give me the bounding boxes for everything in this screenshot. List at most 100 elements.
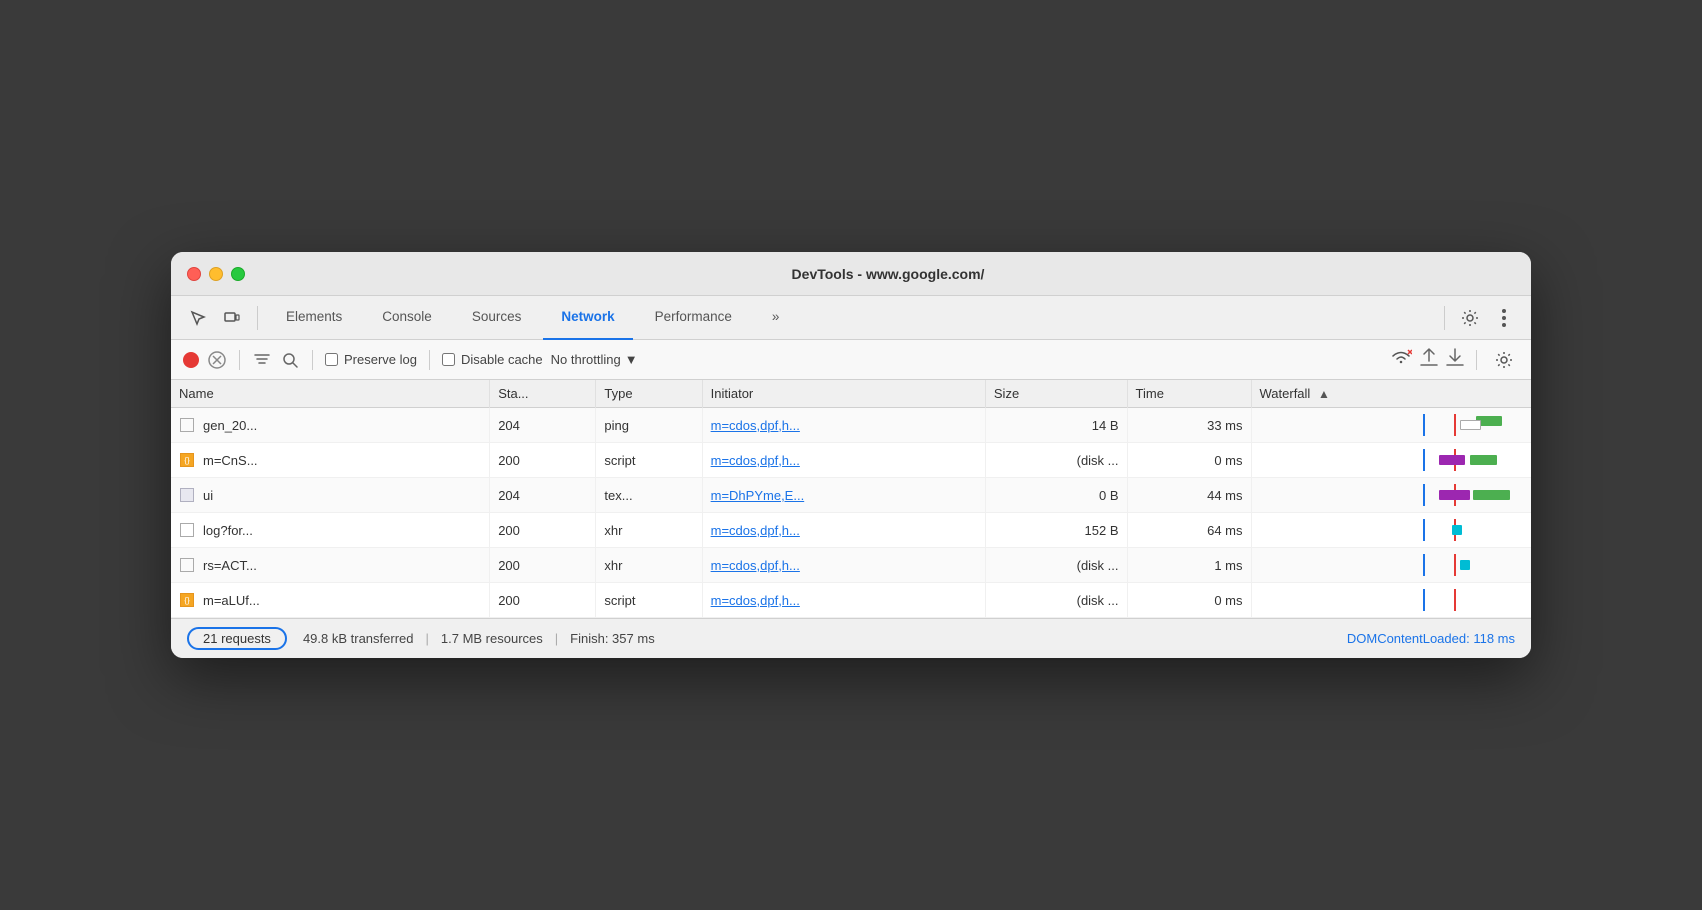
chevron-down-icon: ▼ bbox=[625, 352, 638, 367]
throttle-select[interactable]: No throttling ▼ bbox=[551, 352, 638, 367]
disable-cache-label[interactable]: Disable cache bbox=[442, 352, 543, 367]
sep-1: | bbox=[426, 631, 429, 646]
td-size: (disk ... bbox=[985, 583, 1127, 618]
wifi-icon bbox=[1390, 348, 1412, 371]
disable-cache-checkbox[interactable] bbox=[442, 353, 455, 366]
td-waterfall bbox=[1251, 583, 1531, 618]
table-row[interactable]: rs=ACT... 200 xhr m=cdos,dpf,h... (disk … bbox=[171, 548, 1531, 583]
net-divider-4 bbox=[1476, 350, 1477, 370]
sort-arrow-icon: ▲ bbox=[1318, 387, 1330, 401]
td-type: script bbox=[596, 443, 702, 478]
dom-content-loaded-stat: DOMContentLoaded: 118 ms bbox=[1347, 631, 1515, 646]
ping-icon bbox=[179, 557, 195, 573]
text-icon bbox=[179, 487, 195, 503]
devtools-window: DevTools - www.google.com/ Elements Cons… bbox=[171, 252, 1531, 658]
td-initiator[interactable]: m=cdos,dpf,h... bbox=[702, 548, 985, 583]
net-divider-1 bbox=[239, 350, 240, 370]
td-type: tex... bbox=[596, 478, 702, 513]
record-button[interactable] bbox=[183, 352, 199, 368]
transferred-stat: 49.8 kB transferred bbox=[303, 631, 414, 646]
maximize-button[interactable] bbox=[231, 267, 245, 281]
tab-bar: Elements Console Sources Network Perform… bbox=[171, 296, 1531, 340]
toolbar-right bbox=[1438, 303, 1519, 333]
preserve-log-checkbox[interactable] bbox=[325, 353, 338, 366]
th-name[interactable]: Name bbox=[171, 380, 490, 408]
table-header-row: Name Sta... Type Initiator Size bbox=[171, 380, 1531, 408]
more-options-icon[interactable] bbox=[1489, 303, 1519, 333]
settings-icon[interactable] bbox=[1455, 303, 1485, 333]
finish-stat: Finish: 357 ms bbox=[570, 631, 655, 646]
th-size[interactable]: Size bbox=[985, 380, 1127, 408]
td-initiator[interactable]: m=cdos,dpf,h... bbox=[702, 513, 985, 548]
td-type: xhr bbox=[596, 548, 702, 583]
tab-network[interactable]: Network bbox=[543, 296, 632, 340]
network-toolbar: Preserve log Disable cache No throttling… bbox=[171, 340, 1531, 380]
td-status: 200 bbox=[490, 513, 596, 548]
td-waterfall bbox=[1251, 548, 1531, 583]
td-name: {}m=aLUf... bbox=[171, 583, 490, 618]
td-status: 204 bbox=[490, 408, 596, 443]
td-size: 0 B bbox=[985, 478, 1127, 513]
titlebar: DevTools - www.google.com/ bbox=[171, 252, 1531, 296]
filter-icon[interactable] bbox=[252, 350, 272, 370]
tab-elements[interactable]: Elements bbox=[268, 296, 360, 340]
preserve-log-label[interactable]: Preserve log bbox=[325, 352, 417, 367]
toolbar-divider-2 bbox=[1444, 306, 1445, 330]
upload-icon[interactable] bbox=[1420, 347, 1438, 372]
th-initiator[interactable]: Initiator bbox=[702, 380, 985, 408]
network-settings-icon[interactable] bbox=[1489, 345, 1519, 375]
minimize-button[interactable] bbox=[209, 267, 223, 281]
td-waterfall bbox=[1251, 443, 1531, 478]
td-size: 14 B bbox=[985, 408, 1127, 443]
table-row[interactable]: ui 204 tex... m=DhPYme,E... 0 B 44 ms bbox=[171, 478, 1531, 513]
window-title: DevTools - www.google.com/ bbox=[261, 266, 1515, 282]
tab-performance[interactable]: Performance bbox=[637, 296, 750, 340]
td-initiator[interactable]: m=DhPYme,E... bbox=[702, 478, 985, 513]
clear-button[interactable] bbox=[207, 350, 227, 370]
th-time[interactable]: Time bbox=[1127, 380, 1251, 408]
td-name: rs=ACT... bbox=[171, 548, 490, 583]
td-time: 0 ms bbox=[1127, 583, 1251, 618]
download-icon[interactable] bbox=[1446, 347, 1464, 372]
td-time: 44 ms bbox=[1127, 478, 1251, 513]
td-initiator[interactable]: m=cdos,dpf,h... bbox=[702, 443, 985, 478]
inspect-icon[interactable] bbox=[183, 303, 213, 333]
tab-console[interactable]: Console bbox=[364, 296, 450, 340]
td-time: 1 ms bbox=[1127, 548, 1251, 583]
td-type: script bbox=[596, 583, 702, 618]
th-status[interactable]: Sta... bbox=[490, 380, 596, 408]
td-initiator[interactable]: m=cdos,dpf,h... bbox=[702, 583, 985, 618]
network-toolbar-right bbox=[1390, 345, 1519, 375]
device-toggle-icon[interactable] bbox=[217, 303, 247, 333]
td-time: 64 ms bbox=[1127, 513, 1251, 548]
td-type: ping bbox=[596, 408, 702, 443]
td-name: log?for... bbox=[171, 513, 490, 548]
network-table-container: Name Sta... Type Initiator Size bbox=[171, 380, 1531, 618]
th-type[interactable]: Type bbox=[596, 380, 702, 408]
requests-count: 21 requests bbox=[187, 627, 287, 650]
td-name: gen_20... bbox=[171, 408, 490, 443]
td-name: {}m=CnS... bbox=[171, 443, 490, 478]
td-time: 0 ms bbox=[1127, 443, 1251, 478]
sep-2: | bbox=[555, 631, 558, 646]
table-row[interactable]: gen_20... 204 ping m=cdos,dpf,h... 14 B … bbox=[171, 408, 1531, 443]
search-icon[interactable] bbox=[280, 350, 300, 370]
td-size: 152 B bbox=[985, 513, 1127, 548]
td-status: 200 bbox=[490, 443, 596, 478]
th-waterfall[interactable]: Waterfall ▲ bbox=[1251, 380, 1531, 408]
td-time: 33 ms bbox=[1127, 408, 1251, 443]
table-row[interactable]: {}m=aLUf... 200 script m=cdos,dpf,h... (… bbox=[171, 583, 1531, 618]
table-row[interactable]: log?for... 200 xhr m=cdos,dpf,h... 152 B… bbox=[171, 513, 1531, 548]
tab-more[interactable]: » bbox=[754, 296, 798, 340]
toolbar-divider-1 bbox=[257, 306, 258, 330]
net-divider-2 bbox=[312, 350, 313, 370]
script-icon: {} bbox=[179, 452, 195, 468]
td-initiator[interactable]: m=cdos,dpf,h... bbox=[702, 408, 985, 443]
ping-icon bbox=[179, 417, 195, 433]
table-row[interactable]: {}m=CnS... 200 script m=cdos,dpf,h... (d… bbox=[171, 443, 1531, 478]
close-button[interactable] bbox=[187, 267, 201, 281]
td-waterfall bbox=[1251, 513, 1531, 548]
status-bar: 21 requests 49.8 kB transferred | 1.7 MB… bbox=[171, 618, 1531, 658]
tab-sources[interactable]: Sources bbox=[454, 296, 540, 340]
td-waterfall bbox=[1251, 478, 1531, 513]
